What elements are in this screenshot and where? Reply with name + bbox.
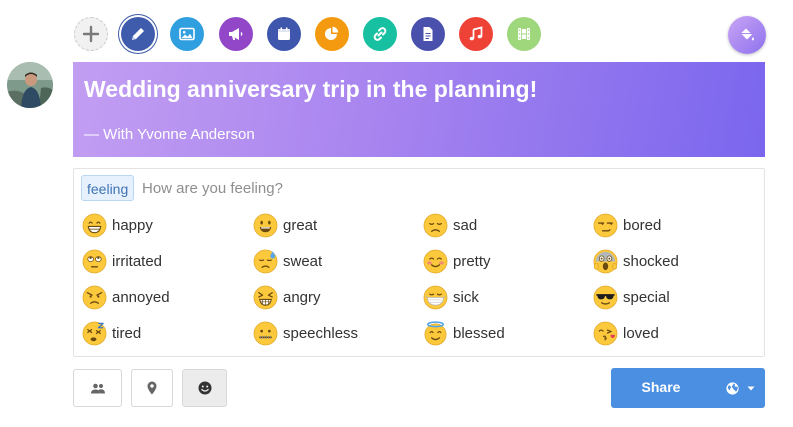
feeling-label: speechless — [283, 324, 359, 342]
feeling-label: happy — [112, 216, 153, 234]
privacy-dropdown[interactable] — [715, 368, 765, 408]
feeling-label: bored — [623, 216, 662, 234]
feeling-option-great[interactable]: great — [253, 212, 317, 238]
feeling-search-input[interactable] — [142, 175, 742, 201]
tired-face-icon — [253, 285, 278, 309]
feeling-option-tired[interactable]: tired — [82, 320, 141, 346]
feeling-label: sick — [453, 288, 479, 306]
link-icon — [373, 27, 387, 41]
unamused-face-icon — [593, 213, 618, 237]
add-button[interactable] — [74, 17, 108, 51]
feeling-option-happy[interactable]: happy — [82, 212, 153, 238]
event-button[interactable] — [267, 17, 301, 51]
feeling-option-special[interactable]: special — [593, 284, 670, 310]
audio-button[interactable] — [459, 17, 493, 51]
feeling-option-sick[interactable]: sick — [423, 284, 479, 310]
sad-face-icon — [423, 213, 448, 237]
image-icon — [179, 27, 195, 41]
grinning-face-icon — [82, 213, 107, 237]
megaphone-icon — [229, 28, 243, 40]
blushing-face-icon — [423, 249, 448, 273]
post-title[interactable]: Wedding anniversary trip in the planning… — [84, 76, 537, 103]
eye-roll-face-icon — [82, 249, 107, 273]
smiley-icon — [198, 381, 211, 395]
tag-people-button[interactable] — [73, 369, 122, 407]
document-icon — [423, 27, 433, 41]
feeling-label: annoyed — [112, 288, 170, 306]
text-post-button[interactable] — [121, 17, 155, 51]
feeling-picker: feeling happy great sad bored irritated … — [73, 168, 765, 357]
link-button[interactable] — [363, 17, 397, 51]
share-label: Share — [641, 379, 681, 395]
feeling-label: shocked — [623, 252, 679, 270]
feeling-option-blessed[interactable]: blessed — [423, 320, 505, 346]
feeling-label: tired — [112, 324, 142, 342]
smiling-face-icon — [253, 213, 278, 237]
feeling-option-speechless[interactable]: speechless — [253, 320, 358, 346]
feeling-label: angry — [283, 288, 321, 306]
feeling-label: great — [283, 216, 318, 234]
plus-icon — [82, 25, 100, 43]
map-pin-icon — [147, 381, 157, 395]
feeling-chip: feeling — [81, 175, 135, 201]
globe-icon — [725, 381, 739, 395]
music-icon — [469, 26, 483, 41]
zipper-face-icon — [253, 321, 278, 345]
video-button[interactable] — [507, 17, 541, 51]
location-button[interactable] — [131, 369, 173, 407]
feeling-option-bored[interactable]: bored — [593, 212, 661, 238]
feeling-option-sad[interactable]: sad — [423, 212, 477, 238]
feeling-option-sweat[interactable]: sweat — [253, 248, 322, 274]
feeling-label: loved — [623, 324, 659, 342]
dizzy-face-icon — [82, 321, 107, 345]
feeling-label: pretty — [453, 252, 491, 270]
post-banner[interactable]: Wedding anniversary trip in the planning… — [73, 62, 765, 157]
announcement-button[interactable] — [219, 17, 253, 51]
feeling-label: special — [623, 288, 670, 306]
feeling-label: irritated — [112, 252, 163, 270]
caret-down-icon — [747, 386, 754, 391]
feeling-option-irritated[interactable]: irritated — [82, 248, 162, 274]
share-button[interactable]: Share — [611, 368, 765, 408]
pencil-icon — [132, 28, 144, 40]
sweat-face-icon — [253, 249, 278, 273]
feeling-label: sweat — [283, 252, 323, 270]
paint-bucket-icon — [741, 28, 754, 41]
kissing-face-icon — [593, 321, 618, 345]
feeling-option-shocked[interactable]: shocked — [593, 248, 679, 274]
feeling-option-pretty[interactable]: pretty — [423, 248, 491, 274]
mask-face-icon — [423, 285, 448, 309]
feeling-label: sad — [453, 216, 478, 234]
feeling-button[interactable] — [182, 369, 227, 407]
poll-button[interactable] — [315, 17, 349, 51]
people-icon — [90, 383, 105, 394]
screaming-face-icon — [593, 249, 618, 273]
halo-face-icon — [424, 320, 447, 345]
feeling-option-loved[interactable]: loved — [593, 320, 659, 346]
feeling-option-annoyed[interactable]: annoyed — [82, 284, 170, 310]
film-icon — [518, 28, 530, 40]
sunglasses-face-icon — [593, 285, 618, 309]
photo-button[interactable] — [170, 17, 204, 51]
calendar-icon — [278, 27, 290, 40]
document-button[interactable] — [411, 17, 445, 51]
avatar — [7, 62, 53, 108]
angry-face-icon — [82, 285, 107, 309]
tagged-with-text: — With Yvonne Anderson — [84, 126, 255, 143]
background-color-button[interactable] — [728, 16, 766, 54]
feeling-label: blessed — [453, 324, 505, 342]
feeling-option-angry[interactable]: angry — [253, 284, 321, 310]
pie-chart-icon — [325, 26, 339, 40]
